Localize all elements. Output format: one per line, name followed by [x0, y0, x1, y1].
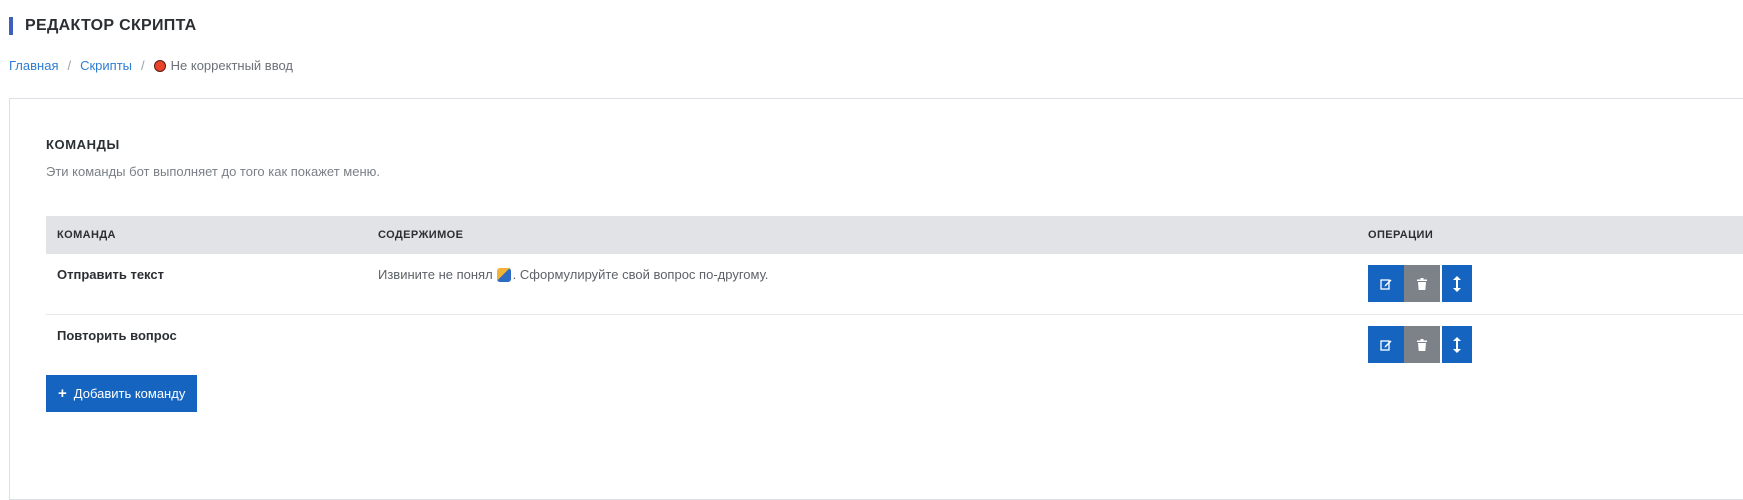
breadcrumb-current: Не корректный ввод [153, 58, 294, 74]
delete-button[interactable] [1404, 265, 1440, 302]
command-name: Повторить вопрос [57, 328, 177, 343]
commands-section-description: Эти команды бот выполняет до того как по… [46, 164, 380, 179]
command-name: Отправить текст [57, 267, 164, 282]
content-text-before: Извините не понял [378, 267, 493, 282]
column-header-command: КОМАНДА [57, 229, 116, 241]
breadcrumb-separator: / [141, 58, 145, 73]
table-row: Отправить текст Извините не понял . Сфор… [46, 254, 1743, 315]
delete-button[interactable] [1404, 326, 1440, 363]
plus-icon: + [58, 385, 67, 402]
breadcrumb-home-link[interactable]: Главная [9, 58, 58, 74]
move-vertical-icon [1453, 336, 1461, 353]
table-header: КОМАНДА СОДЕРЖИМОЕ ОПЕРАЦИИ [46, 216, 1743, 254]
content-text-after: . Сформулируйте свой вопрос по-другому. [512, 267, 769, 282]
edit-button[interactable] [1368, 265, 1404, 302]
edit-icon [1380, 278, 1392, 290]
column-header-operations: ОПЕРАЦИИ [1368, 229, 1434, 241]
thinking-emoji-icon [496, 267, 511, 282]
edit-icon [1380, 339, 1392, 351]
breadcrumb-scripts-link[interactable]: Скрипты [80, 58, 132, 74]
row-operations [1368, 326, 1472, 363]
row-operations [1368, 265, 1472, 302]
edit-button[interactable] [1368, 326, 1404, 363]
stop-sign-icon [153, 60, 166, 72]
trash-icon [1417, 338, 1427, 351]
move-button[interactable] [1442, 265, 1472, 302]
commands-card: КОМАНДЫ Эти команды бот выполняет до тог… [9, 98, 1743, 500]
table-row: Повторить вопрос [46, 315, 1743, 375]
move-vertical-icon [1453, 275, 1461, 292]
commands-section-title: КОМАНДЫ [46, 137, 120, 152]
command-content: Извините не понял . Сформулируйте свой в… [378, 267, 768, 282]
move-button[interactable] [1442, 326, 1472, 363]
breadcrumb-separator: / [67, 58, 72, 73]
trash-icon [1417, 277, 1427, 290]
page-title: РЕДАКТОР СКРИПТА [9, 17, 197, 35]
add-command-label: Добавить команду [73, 386, 186, 401]
column-header-content: СОДЕРЖИМОЕ [378, 229, 464, 241]
breadcrumb-current-label: Не корректный ввод [170, 58, 294, 73]
commands-table: КОМАНДА СОДЕРЖИМОЕ ОПЕРАЦИИ Отправить те… [46, 216, 1743, 375]
add-command-button[interactable]: + Добавить команду [46, 375, 198, 412]
breadcrumb: Главная / Скрипты / Не корректный ввод [9, 58, 293, 74]
